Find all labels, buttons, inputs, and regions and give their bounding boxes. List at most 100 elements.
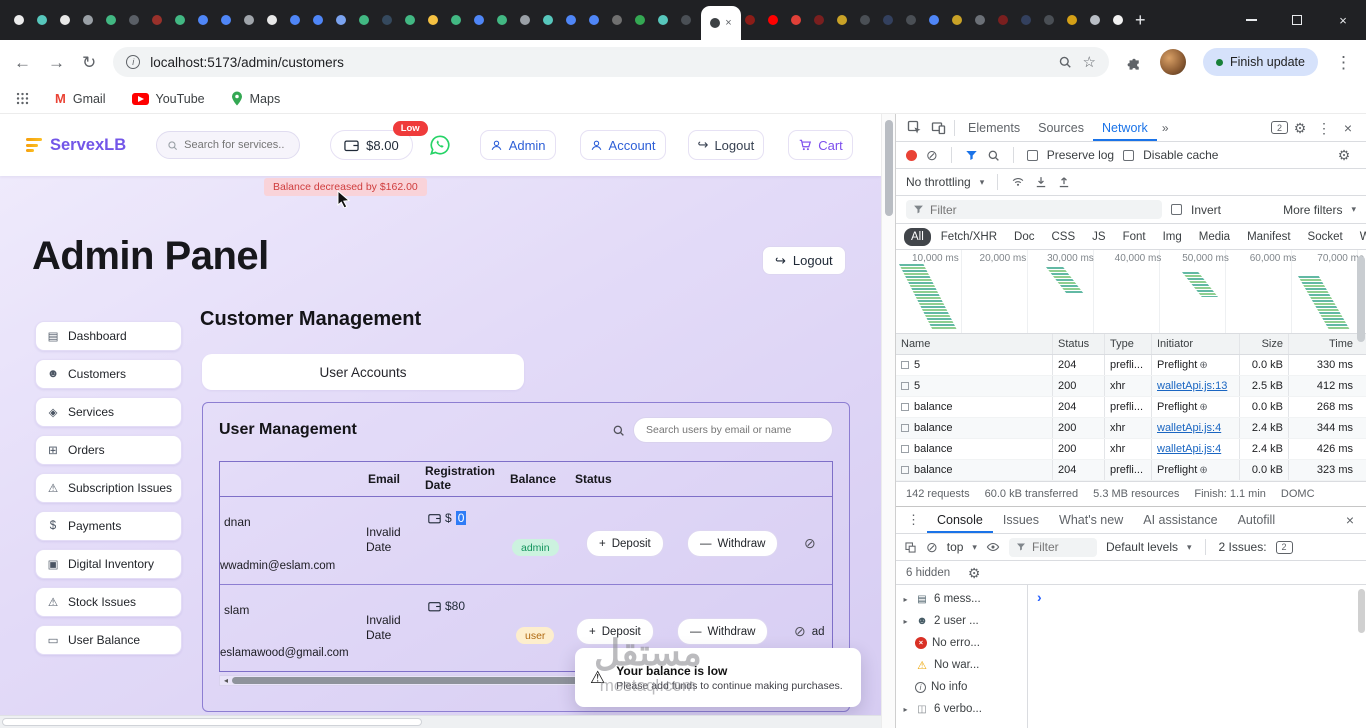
network-filter-pill[interactable] (906, 200, 1162, 219)
console-filter-item[interactable]: i No info (896, 676, 1027, 698)
tab-favicon[interactable] (221, 15, 231, 25)
console-filter-pill[interactable] (1009, 538, 1097, 557)
withdraw-button[interactable]: —Withdraw (687, 530, 778, 557)
sidebar-item[interactable]: $ Payments (35, 511, 182, 541)
tab-favicon[interactable] (768, 15, 778, 25)
sidebar-item[interactable]: ▣ Digital Inventory (35, 549, 182, 579)
clear-button[interactable]: ⊘ (926, 148, 938, 162)
network-request-row[interactable]: 5 204 prefli... Preflight⊕ 0.0 kB 330 ms (896, 355, 1366, 376)
tab-favicon[interactable] (198, 15, 208, 25)
record-button[interactable] (906, 150, 917, 161)
scrollbar-thumb[interactable] (885, 120, 893, 216)
tab-favicon[interactable] (791, 15, 801, 25)
devtools-menu-icon[interactable]: ⋮ (1312, 117, 1336, 139)
logout-button[interactable]: ↪ Logout (762, 246, 846, 275)
invert-checkbox[interactable] (1171, 204, 1182, 215)
issues-label[interactable]: 2 Issues: (1219, 540, 1267, 554)
settings-gear-icon[interactable]: ⚙ (1288, 117, 1312, 139)
back-button[interactable]: ← (14, 54, 31, 71)
network-settings-gear-icon[interactable]: ⚙ (1332, 144, 1356, 166)
tab-favicon[interactable] (998, 15, 1008, 25)
throttling-select[interactable]: No throttling (906, 175, 971, 189)
tab-close-icon[interactable]: × (725, 18, 731, 29)
maximize-button[interactable] (1274, 0, 1320, 40)
tab-favicon[interactable] (658, 15, 668, 25)
filter-chip[interactable]: CSS (1044, 228, 1082, 246)
network-request-row[interactable]: balance 204 prefli... Preflight⊕ 0.0 kB … (896, 397, 1366, 418)
tab-favicon[interactable] (883, 15, 893, 25)
tab-favicon[interactable] (267, 15, 277, 25)
tab-favicon[interactable] (566, 15, 576, 25)
deposit-button[interactable]: +Deposit (576, 618, 654, 645)
tab-favicon[interactable] (929, 15, 939, 25)
bookmark-gmail[interactable]: MGmail (55, 91, 106, 106)
initiator-link[interactable]: walletApi.js:4 (1157, 443, 1221, 455)
column-header[interactable]: Status (1053, 334, 1105, 354)
tab-favicon[interactable] (681, 15, 691, 25)
tab-favicon[interactable] (428, 15, 438, 25)
issues-count-badge[interactable]: 2 (1271, 121, 1288, 134)
sidebar-item[interactable]: ⚠ Subscription Issues (35, 473, 182, 503)
new-tab-button[interactable]: + (1135, 10, 1146, 31)
tab-favicon[interactable] (1090, 15, 1100, 25)
devtools-tab[interactable]: Network (1093, 114, 1157, 141)
device-toolbar-icon[interactable] (926, 117, 950, 139)
console-filter-item[interactable]: ⚠ No war... (896, 654, 1027, 676)
column-header[interactable]: Type (1105, 334, 1152, 354)
ban-action-button[interactable]: ⊘ (804, 535, 822, 552)
tab-favicon[interactable] (520, 15, 530, 25)
tab-favicon[interactable] (745, 15, 755, 25)
user-search-input[interactable] (646, 424, 820, 436)
filter-chip[interactable]: Media (1192, 228, 1237, 246)
nav-account-button[interactable]: Account (580, 130, 666, 160)
issues-count-badge[interactable]: 2 (1276, 541, 1293, 554)
finish-update-button[interactable]: Finish update (1203, 48, 1318, 76)
tab-favicon[interactable] (837, 15, 847, 25)
drawer-menu-icon[interactable]: ⋮ (900, 512, 927, 528)
nav-logout-button[interactable]: ↪ Logout (688, 130, 765, 160)
console-filter-item[interactable]: ▸ ☻ 2 user ... (896, 610, 1027, 632)
tab-favicon[interactable] (336, 15, 346, 25)
network-request-row[interactable]: 5 200 xhr walletApi.js:13 2.5 kB 412 ms (896, 376, 1366, 397)
network-timeline[interactable]: 10,000 ms20,000 ms30,000 ms40,000 ms50,0… (896, 250, 1366, 334)
filter-chip[interactable]: Doc (1007, 228, 1041, 246)
sidebar-item[interactable]: ⚠ Stock Issues (35, 587, 182, 617)
column-header[interactable]: Name (896, 334, 1053, 354)
apps-grid-icon[interactable] (16, 92, 29, 105)
services-search[interactable] (156, 131, 300, 159)
tab-favicon[interactable] (975, 15, 985, 25)
expander-icon[interactable]: ▸ (901, 705, 910, 714)
filter-chip[interactable]: Socket (1301, 228, 1350, 246)
filter-chip[interactable]: Wasm (1353, 228, 1366, 246)
column-header[interactable]: Time (1289, 334, 1366, 354)
tab-favicon[interactable] (244, 15, 254, 25)
initiator-link[interactable]: Preflight (1157, 401, 1197, 413)
nav-admin-button[interactable]: Admin (480, 130, 556, 160)
expander-icon[interactable]: ▸ (901, 595, 910, 604)
scrollbar-thumb[interactable] (2, 718, 422, 726)
sidebar-item[interactable]: ▤ Dashboard (35, 321, 182, 351)
filter-chip[interactable]: Manifest (1240, 228, 1297, 246)
tab-favicon[interactable] (83, 15, 93, 25)
tab-favicon[interactable] (1044, 15, 1054, 25)
tab-favicon[interactable] (860, 15, 870, 25)
initiator-link[interactable]: Preflight (1157, 359, 1197, 371)
network-filter-input[interactable] (930, 203, 1155, 217)
profile-avatar[interactable] (1160, 49, 1186, 75)
column-header[interactable]: Size (1240, 334, 1289, 354)
bookmark-maps[interactable]: Maps (231, 91, 281, 106)
deposit-button[interactable]: +Deposit (586, 530, 664, 557)
active-tab[interactable]: × (701, 6, 741, 40)
console-settings-gear-icon[interactable]: ⚙ (962, 562, 986, 584)
wallet-balance-button[interactable]: $8.00 Low (330, 130, 413, 160)
network-conditions-icon[interactable] (1011, 175, 1025, 189)
nav-cart-button[interactable]: Cart (788, 130, 853, 160)
reload-button[interactable]: ↻ (82, 54, 96, 71)
preserve-log-checkbox[interactable] (1027, 150, 1038, 161)
console-tab[interactable]: Issues (993, 507, 1049, 533)
export-har-icon[interactable] (1057, 175, 1071, 189)
devtools-tab[interactable]: Sources (1029, 114, 1093, 141)
tab-favicon[interactable] (543, 15, 553, 25)
devtools-close-icon[interactable]: × (1336, 117, 1360, 139)
console-messages-area[interactable]: › (1028, 585, 1366, 728)
